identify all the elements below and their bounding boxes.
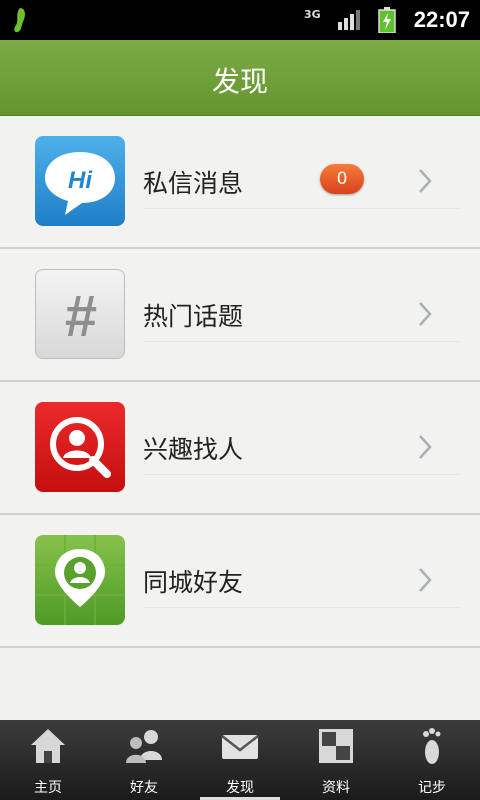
chevron-right-icon <box>419 568 432 592</box>
discover-list: Hi 私信消息 0 # 热门话题 兴趣找人 同城好友 <box>0 116 480 648</box>
divider <box>143 341 460 342</box>
tab-friends[interactable]: 好友 <box>96 720 192 800</box>
tab-label: 主页 <box>34 780 62 796</box>
list-item-label: 兴趣找人 <box>143 435 244 464</box>
network-type-label: 3G <box>304 8 321 21</box>
tab-label: 记步 <box>418 780 446 796</box>
hashtag-icon: # <box>35 269 125 359</box>
page-title: 发现 <box>211 65 268 98</box>
tab-pedometer[interactable]: 记步 <box>384 720 480 800</box>
tab-home[interactable]: 主页 <box>0 720 96 800</box>
location-pin-icon <box>35 535 125 625</box>
footprint-icon <box>423 728 441 764</box>
chevron-right-icon <box>419 169 432 193</box>
unread-count-badge: 0 <box>320 164 364 194</box>
find-person-icon <box>35 402 125 492</box>
profile-grid-icon <box>319 729 353 763</box>
divider <box>143 208 460 209</box>
list-item-hot-topics[interactable]: # 热门话题 <box>0 249 480 382</box>
list-item-private-messages[interactable]: Hi 私信消息 0 <box>0 116 480 249</box>
chevron-right-icon <box>419 302 432 326</box>
hi-icon-text: Hi <box>68 167 93 194</box>
tab-label: 好友 <box>130 780 158 796</box>
hi-chat-icon: Hi <box>35 136 125 226</box>
footprint-app-icon <box>14 8 25 33</box>
status-bar: 3G 22:07 <box>0 0 480 40</box>
envelope-icon <box>221 735 259 759</box>
header-bar: 发现 <box>0 40 480 116</box>
list-item-find-people[interactable]: 兴趣找人 <box>0 382 480 515</box>
clock: 22:07 <box>413 7 470 32</box>
friends-icon <box>126 730 162 763</box>
tab-label: 发现 <box>226 780 254 796</box>
signal-icon <box>338 10 360 30</box>
bottom-tab-bar: 主页 好友 发现 资料 记步 <box>0 720 480 800</box>
tab-discover[interactable]: 发现 <box>192 720 288 800</box>
tab-profile[interactable]: 资料 <box>288 720 384 800</box>
chevron-right-icon <box>419 435 432 459</box>
tab-label: 资料 <box>322 780 350 796</box>
hash-icon-text: # <box>65 284 97 349</box>
battery-charging-icon <box>378 7 396 33</box>
divider <box>143 607 460 608</box>
list-item-label: 私信消息 <box>143 169 244 198</box>
list-item-label: 同城好友 <box>143 568 244 597</box>
list-item-local-friends[interactable]: 同城好友 <box>0 515 480 648</box>
divider <box>143 474 460 475</box>
list-item-label: 热门话题 <box>143 302 244 331</box>
home-icon <box>31 729 65 763</box>
